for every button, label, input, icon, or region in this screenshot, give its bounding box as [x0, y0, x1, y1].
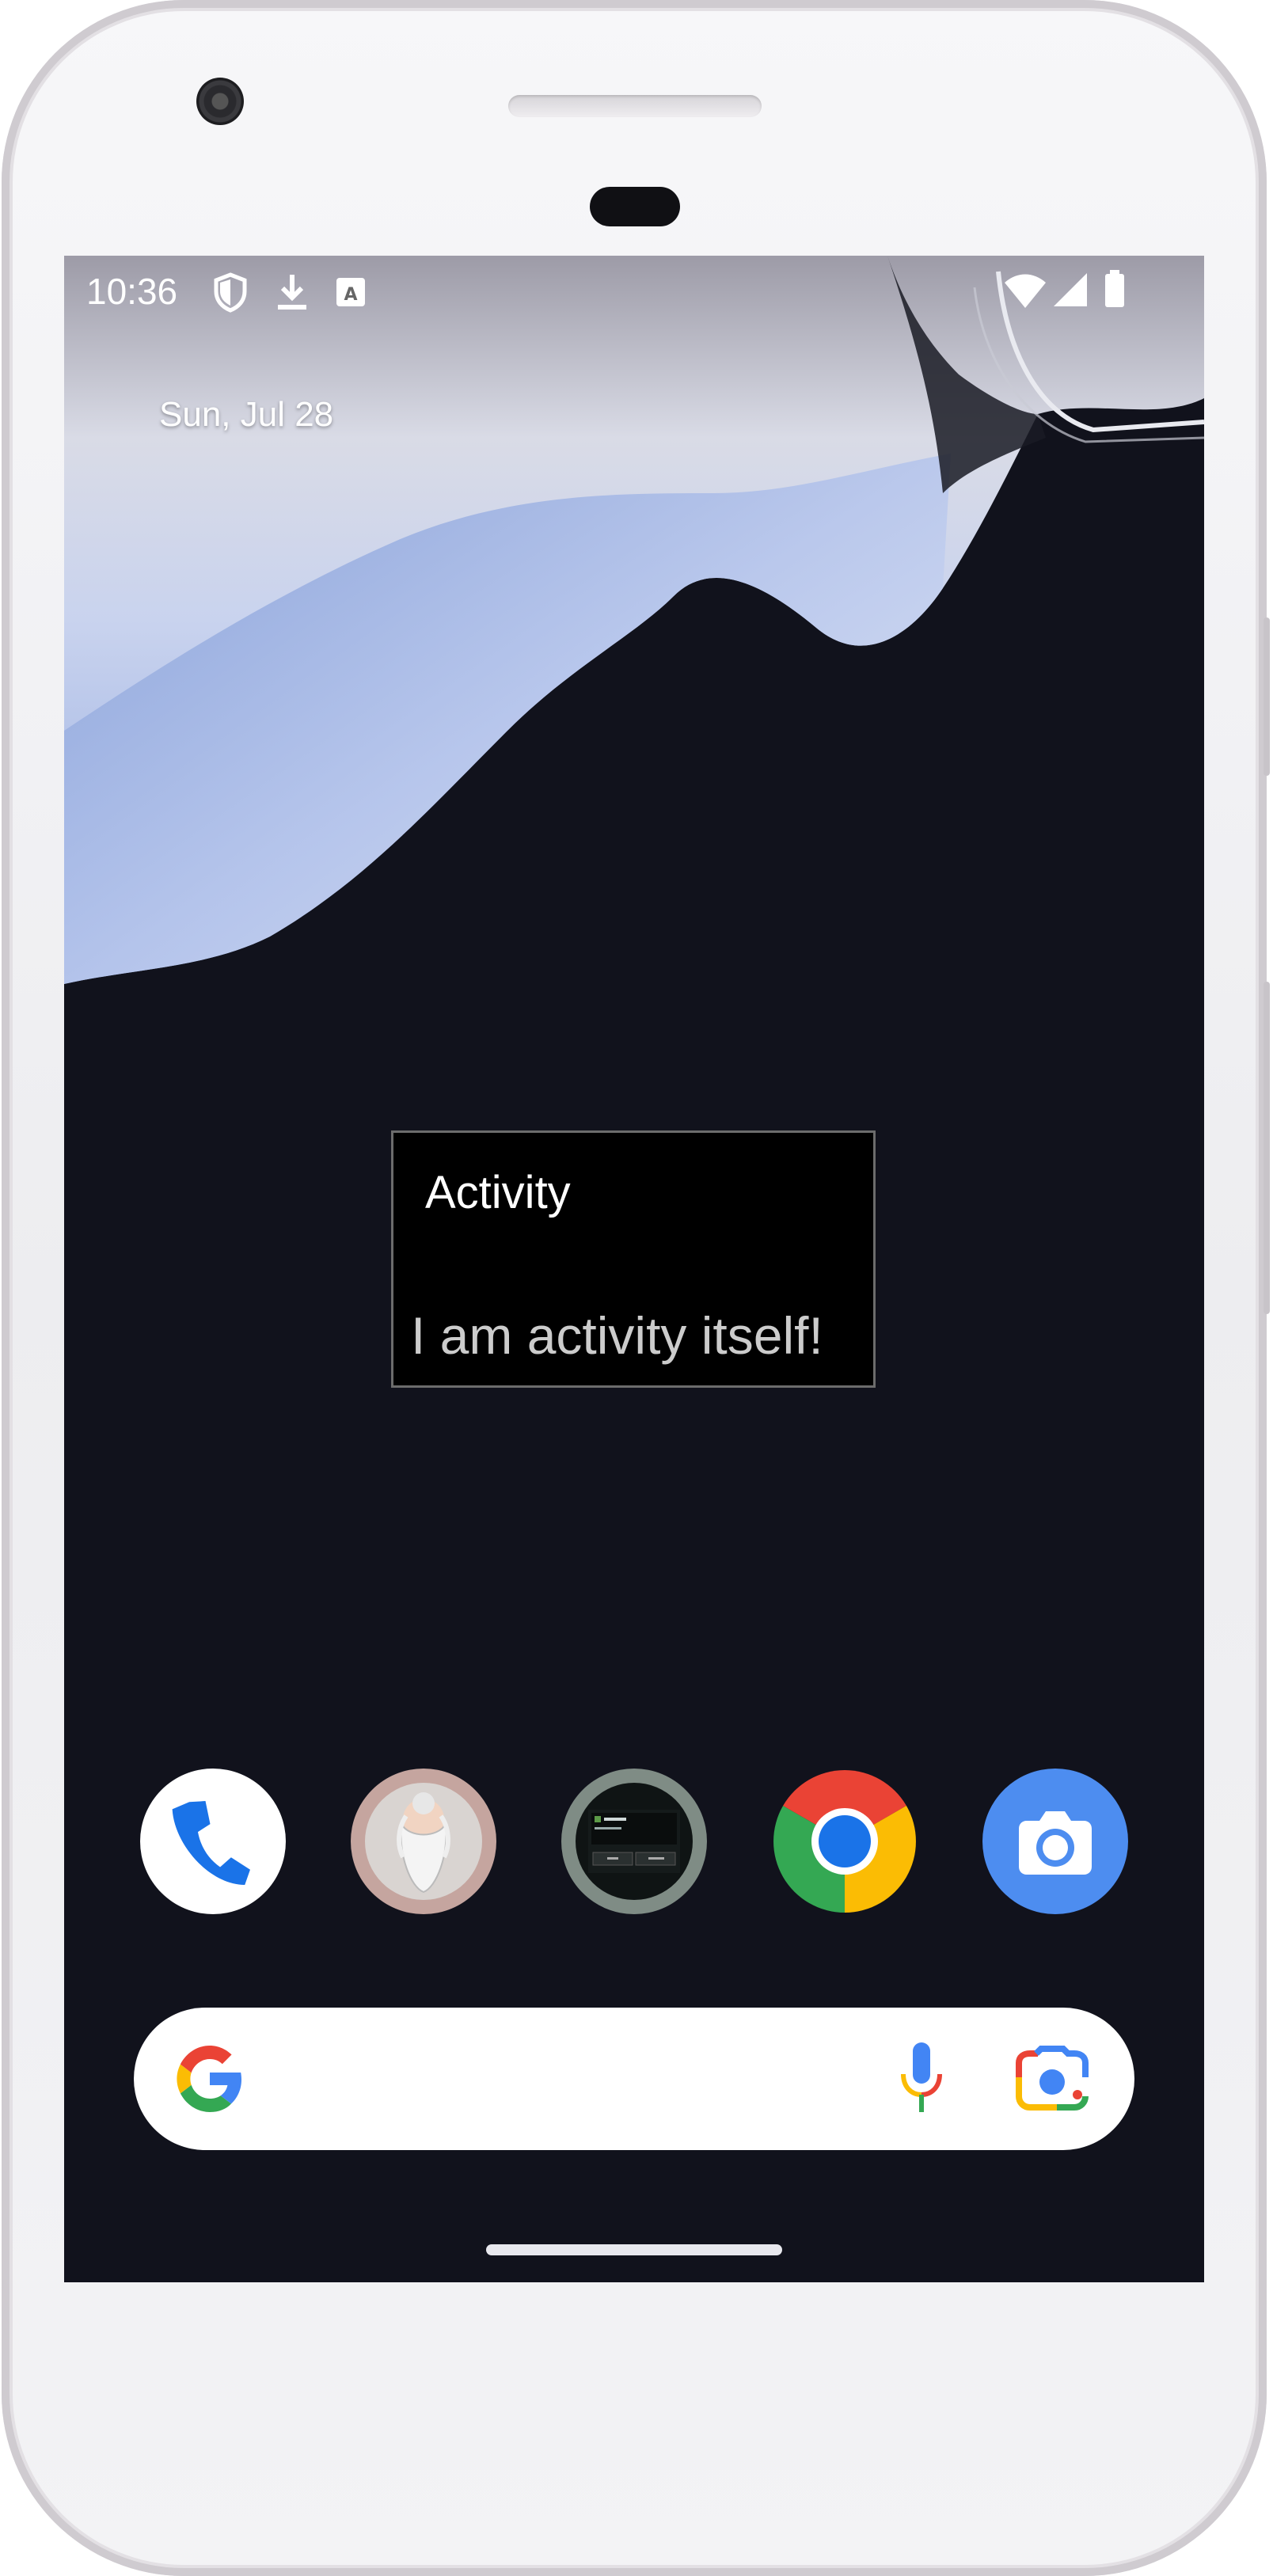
battery-icon	[1105, 270, 1124, 307]
wifi-icon	[1005, 274, 1046, 308]
earpiece-speaker	[508, 95, 762, 117]
keyboard-a-icon: A	[336, 278, 365, 306]
camera-app-icon[interactable]	[982, 1769, 1128, 1914]
home-date[interactable]: Sun, Jul 28	[159, 395, 333, 435]
sage-avatar-icon	[365, 1783, 482, 1900]
proximity-sensor	[590, 187, 680, 226]
cell-signal-icon	[1054, 273, 1087, 306]
volume-button	[1264, 982, 1270, 1314]
chrome-app-icon[interactable]	[772, 1769, 918, 1914]
google-lens-icon[interactable]	[1014, 2046, 1090, 2114]
microphone-icon[interactable]	[894, 2039, 949, 2118]
status-time: 10:36	[86, 271, 178, 312]
screen: 10:36 A Sun, Jul 28 Activity I am activi…	[64, 256, 1204, 2282]
sage-avatar-app-icon[interactable]	[351, 1769, 496, 1914]
dialog-title: Activity	[425, 1167, 571, 1218]
phone-frame: 10:36 A Sun, Jul 28 Activity I am activi…	[2, 0, 1270, 2576]
phone-app-icon[interactable]	[140, 1769, 286, 1914]
activity-dialog[interactable]: Activity I am activity itself!	[391, 1130, 876, 1388]
dialog-preview-icon	[576, 1783, 693, 1900]
status-bar: 10:36 A	[64, 256, 1204, 327]
dialog-message: I am activity itself!	[411, 1306, 823, 1365]
gesture-nav-bar[interactable]	[486, 2244, 782, 2255]
phone-handset-icon	[172, 1801, 250, 1886]
google-g-icon	[177, 2046, 241, 2112]
shield-icon	[214, 272, 247, 313]
power-button	[1264, 617, 1270, 776]
camera-icon	[1019, 1811, 1092, 1875]
download-icon	[278, 275, 306, 310]
google-search-bar[interactable]	[134, 2008, 1134, 2150]
front-camera	[196, 78, 244, 125]
dialog-app-icon[interactable]	[561, 1769, 707, 1914]
svg-text:A: A	[344, 285, 357, 305]
chrome-logo-icon	[773, 1770, 916, 1913]
